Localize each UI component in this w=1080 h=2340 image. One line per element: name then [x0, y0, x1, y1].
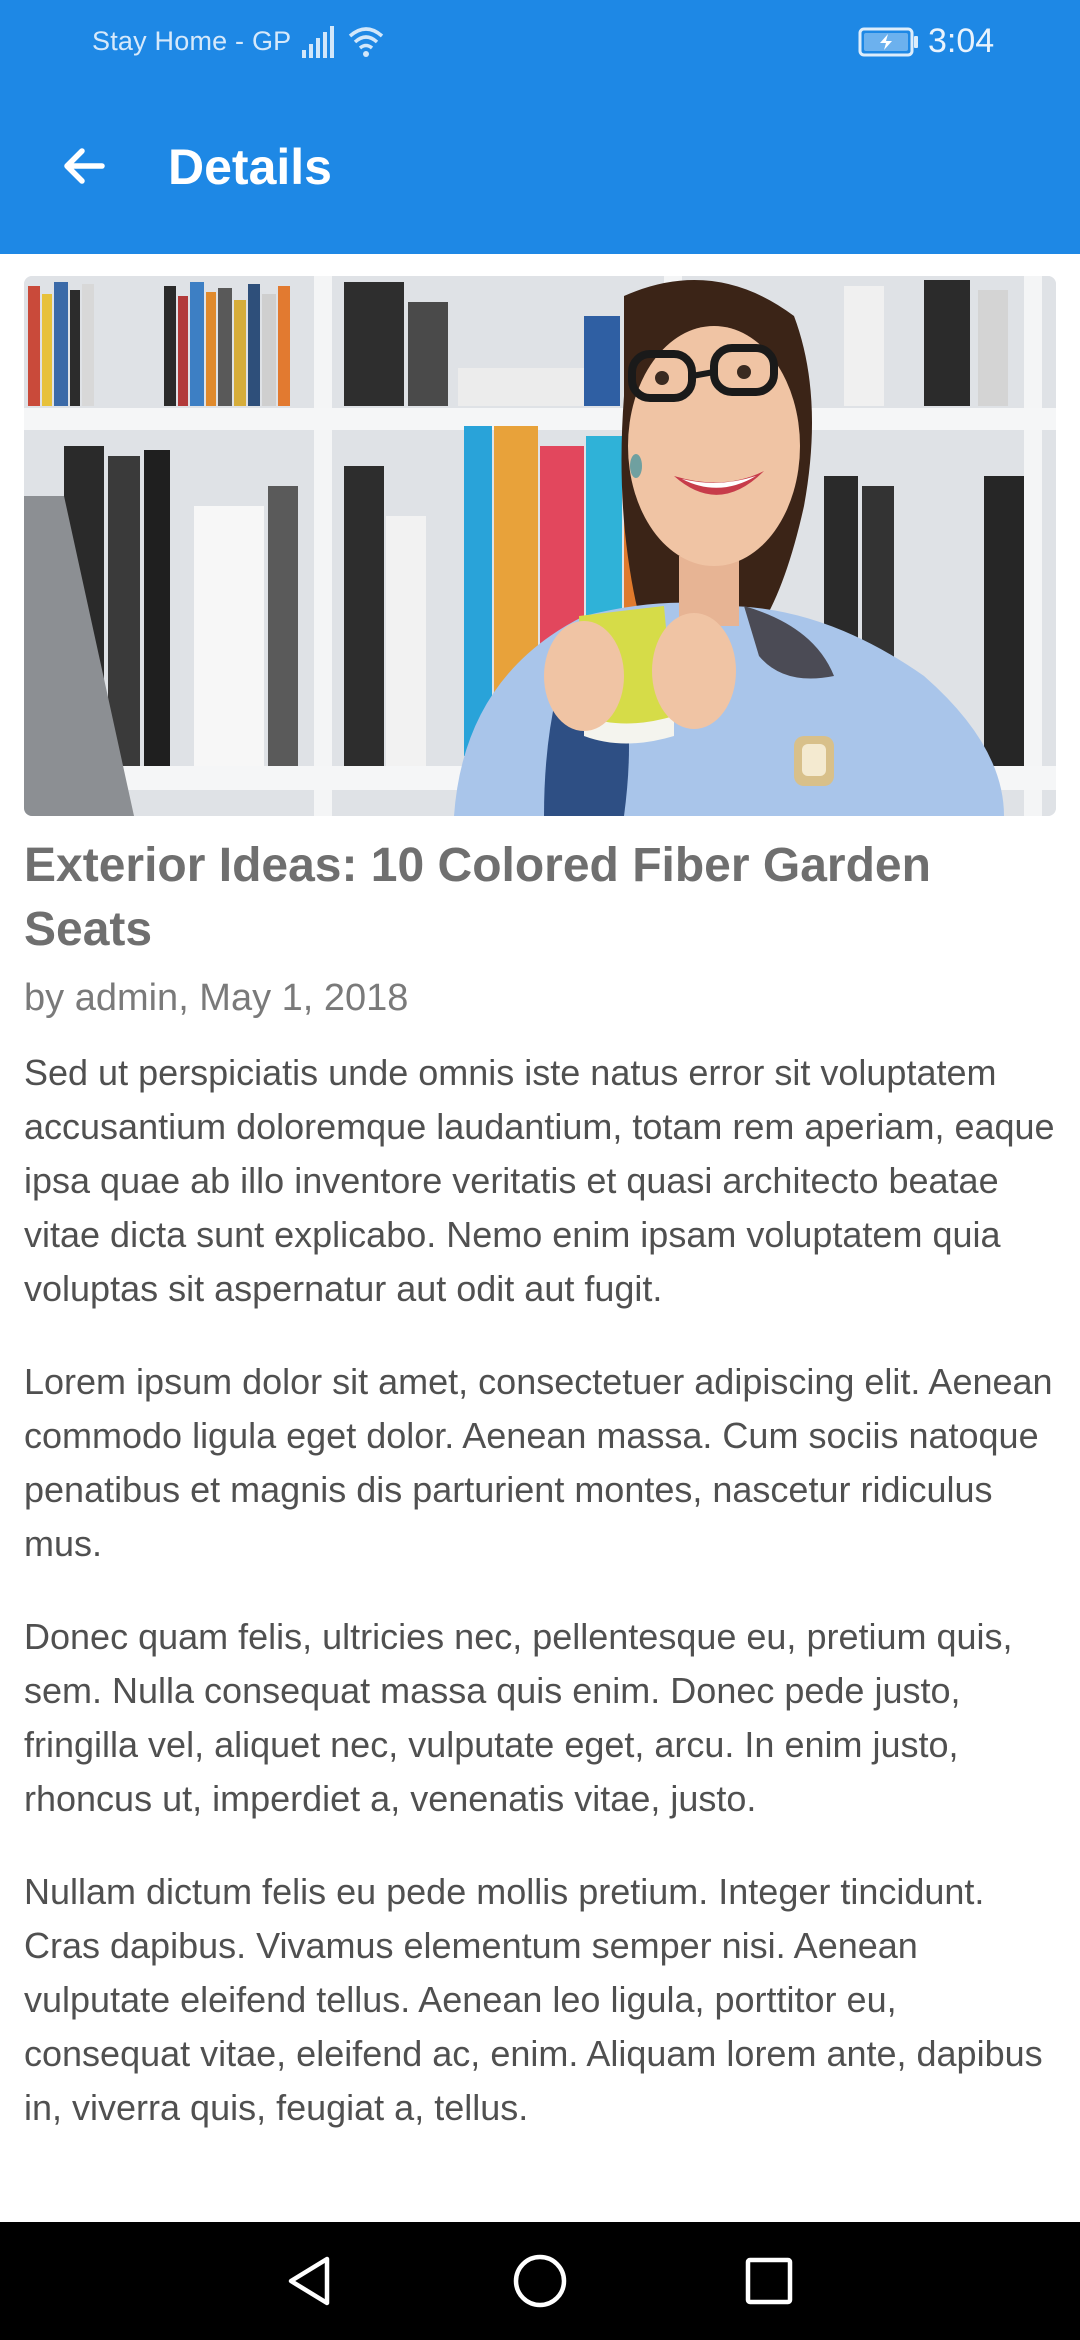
details-screen: Stay Home - GP 3:04 Details Exterior Ide…: [0, 0, 1080, 2340]
app-bar: Details: [0, 86, 1080, 254]
page-title: Details: [168, 139, 332, 195]
system-nav-bar: [0, 2222, 1080, 2340]
article-paragraph: Donec quam felis, ultricies nec, pellent…: [24, 1616, 1013, 1819]
nav-home-icon: [513, 2254, 567, 2308]
article-content: Exterior Ideas: 10 Colored Fiber Garden …: [24, 254, 1056, 2135]
status-bar: Stay Home - GP 3:04: [0, 0, 1080, 86]
photo-woman-with-mug-bookshelf: [24, 276, 1056, 816]
nav-back-icon: [288, 2256, 330, 2306]
battery-charging-icon: [858, 27, 918, 57]
article-paragraph: Lorem ipsum dolor sit amet, consectetuer…: [24, 1361, 1053, 1564]
nav-home-button[interactable]: [505, 2246, 575, 2316]
clock-time: 3:04: [928, 22, 995, 60]
article-paragraph: Sed ut perspiciatis unde omnis iste natu…: [24, 1052, 1055, 1309]
article-title: Exterior Ideas: 10 Colored Fiber Garden …: [24, 839, 931, 956]
carrier-label: Stay Home - GP: [92, 26, 292, 56]
nav-back-button[interactable]: [274, 2246, 344, 2316]
article-image: [24, 276, 1056, 816]
signal-icon: [302, 26, 334, 58]
article-byline: by admin, May 1, 2018: [24, 977, 409, 1019]
back-button[interactable]: [44, 126, 124, 206]
article-paragraph: Nullam dictum felis eu pede mollis preti…: [24, 1871, 1043, 2128]
wifi-icon: [348, 27, 384, 57]
nav-recents-button[interactable]: [734, 2246, 804, 2316]
arrow-back-icon: [64, 148, 105, 184]
nav-recents-icon: [745, 2257, 793, 2305]
